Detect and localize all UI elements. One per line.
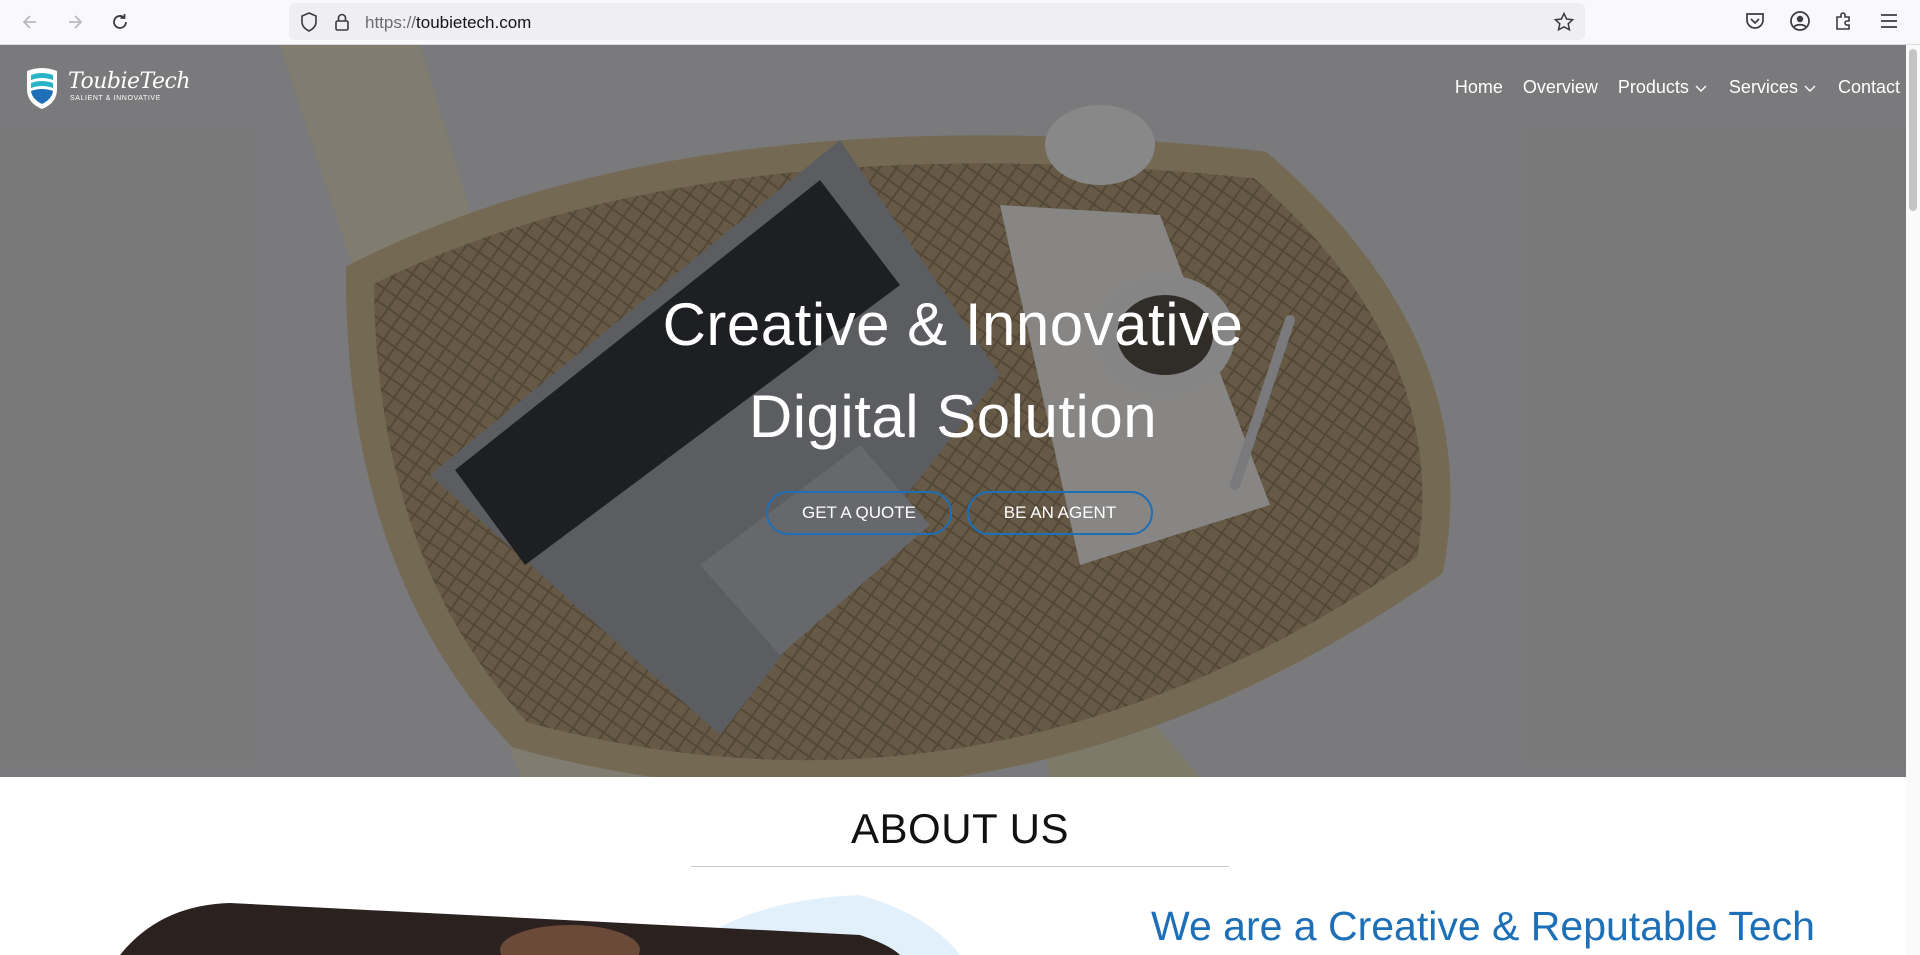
nav-home[interactable]: Home <box>1455 77 1503 98</box>
nav-overview[interactable]: Overview <box>1523 77 1598 98</box>
reload-icon[interactable] <box>106 8 134 36</box>
be-an-agent-button[interactable]: BE AN AGENT <box>967 491 1153 535</box>
shield-icon[interactable] <box>298 11 320 33</box>
nav-products-label: Products <box>1617 77 1689 97</box>
url-bar[interactable]: https://toubietech.com <box>289 3 1585 40</box>
get-a-quote-button[interactable]: GET A QUOTE <box>766 491 952 535</box>
back-icon[interactable] <box>16 8 44 36</box>
nav-services[interactable]: Services <box>1729 77 1818 98</box>
nav-overview-label: Overview <box>1522 77 1598 97</box>
nav-contact[interactable]: Contact <box>1838 77 1900 98</box>
nav-contact-label: Contact <box>1837 77 1900 97</box>
about-image <box>120 895 960 955</box>
pocket-icon[interactable] <box>1743 9 1767 33</box>
menu-icon[interactable] <box>1877 9 1901 33</box>
main-nav: Home Overview Products Services Contact <box>1435 77 1900 98</box>
nav-services-label: Services <box>1728 77 1798 97</box>
account-icon[interactable] <box>1788 9 1812 33</box>
hero-title-line2: Digital Solution <box>748 383 1158 450</box>
page-scrollbar[interactable] <box>1906 45 1920 955</box>
bookmark-star-icon[interactable] <box>1553 11 1575 33</box>
about-title: ABOUT US <box>851 805 1069 852</box>
chevron-down-icon <box>1695 85 1707 92</box>
logo-shield-icon <box>27 68 57 109</box>
extensions-icon[interactable] <box>1832 9 1856 33</box>
url-protocol: https:// <box>365 13 417 32</box>
scrollbar-thumb[interactable] <box>1909 49 1917 211</box>
about-heading: We are a Creative & Reputable Tech <box>1151 903 1815 949</box>
nav-products[interactable]: Products <box>1618 77 1709 98</box>
nav-home-label: Home <box>1454 77 1503 97</box>
logo-name: ToubieTech <box>68 69 191 94</box>
lock-icon[interactable] <box>331 11 353 33</box>
about-divider <box>691 866 1229 867</box>
logo-tagline: SALIENT & INNOVATIVE <box>70 95 161 102</box>
browser-toolbar: https://toubietech.com <box>0 0 1920 45</box>
url-text[interactable]: https://toubietech.com <box>365 13 531 33</box>
forward-icon[interactable] <box>61 8 89 36</box>
chevron-down-icon <box>1804 85 1816 92</box>
url-host: toubietech.com <box>416 13 532 32</box>
hero-title-line1: Creative & Innovative <box>662 291 1244 358</box>
hero-section: ToubieTech SALIENT & INNOVATIVE Home Ove… <box>0 45 1906 777</box>
site-logo[interactable]: ToubieTech SALIENT & INNOVATIVE <box>24 65 191 113</box>
